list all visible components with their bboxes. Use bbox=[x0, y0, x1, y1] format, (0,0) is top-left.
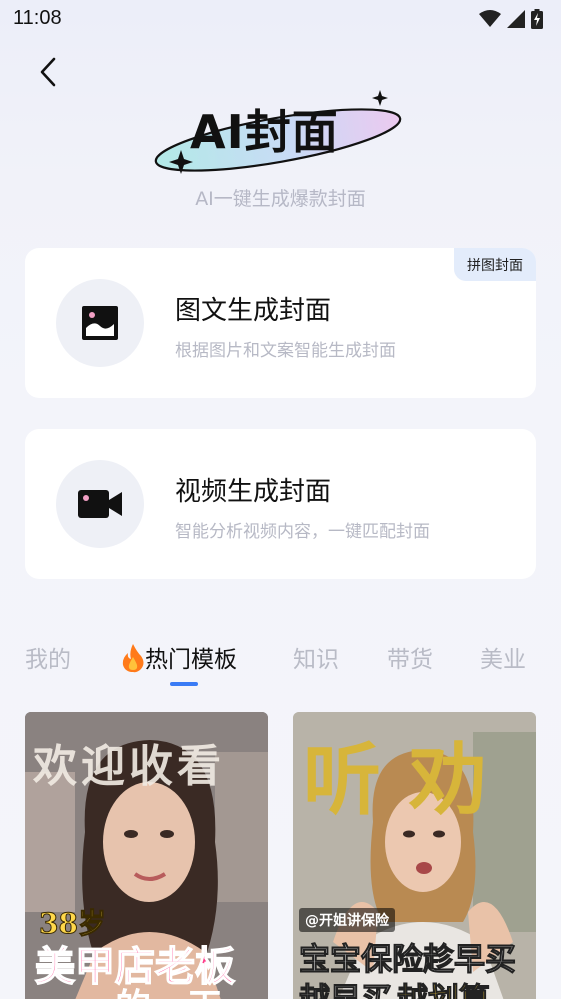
tab-sales[interactable]: 带货 bbox=[387, 640, 433, 674]
logo-text: AI封面 bbox=[190, 105, 339, 159]
template-headline: 听劝 bbox=[303, 735, 516, 826]
card-description: 智能分析视频内容，一键匹配封面 bbox=[175, 522, 430, 542]
cellular-signal-icon bbox=[507, 10, 525, 28]
image-icon bbox=[82, 306, 118, 340]
card-icon-circle bbox=[56, 279, 144, 367]
tab-label: 热门模板 bbox=[145, 647, 237, 673]
tab-knowledge[interactable]: 知识 bbox=[293, 640, 339, 674]
template-headline: 欢迎收看 bbox=[33, 741, 225, 792]
card-description: 根据图片和文案智能生成封面 bbox=[175, 341, 396, 361]
video-cover-card[interactable]: 视频生成封面 智能分析视频内容，一键匹配封面 bbox=[25, 429, 536, 579]
ai-cover-logo: AI封面 bbox=[148, 88, 413, 178]
video-camera-icon bbox=[78, 490, 122, 518]
image-text-cover-card[interactable]: 图文生成封面 根据图片和文案智能生成封面 拼图封面 bbox=[25, 248, 536, 398]
status-time: 11:08 bbox=[13, 7, 62, 29]
wifi-icon bbox=[479, 10, 501, 27]
template-line: 的一天 bbox=[115, 978, 223, 999]
collage-cover-badge[interactable]: 拼图封面 bbox=[454, 248, 536, 281]
template-thumbnail[interactable]: 欢迎收看 38岁 美甲店老板 的一天 bbox=[25, 712, 268, 999]
tab-mine[interactable]: 我的 bbox=[25, 640, 71, 674]
status-icons bbox=[479, 8, 543, 30]
template-thumbnail[interactable]: 听劝 @开姐讲保险 宝宝保险趁早买 越早买 越划算 bbox=[293, 712, 536, 999]
tab-hot-templates[interactable]: 热门模板 bbox=[121, 640, 237, 674]
battery-charging-icon bbox=[531, 9, 543, 29]
card-title: 视频生成封面 bbox=[175, 477, 332, 507]
fire-icon bbox=[122, 644, 144, 673]
back-button[interactable] bbox=[28, 52, 68, 92]
template-line: 宝宝保险趁早买 bbox=[299, 942, 517, 979]
card-icon-circle bbox=[56, 460, 144, 548]
tab-beauty[interactable]: 美业 bbox=[480, 640, 526, 674]
template-handle: @开姐讲保险 bbox=[299, 908, 395, 932]
template-category-tabs: 我的 热门模板 知识 带货 美业 bbox=[0, 640, 561, 690]
chevron-left-icon bbox=[40, 57, 56, 87]
page-subtitle: AI一键生成爆款封面 bbox=[195, 188, 366, 210]
status-bar: 11:08 bbox=[0, 0, 561, 40]
active-tab-indicator bbox=[170, 682, 198, 686]
card-title: 图文生成封面 bbox=[175, 296, 332, 326]
template-line: 越早买 bbox=[299, 974, 393, 999]
template-line-highlight: 越划算 bbox=[397, 974, 491, 999]
